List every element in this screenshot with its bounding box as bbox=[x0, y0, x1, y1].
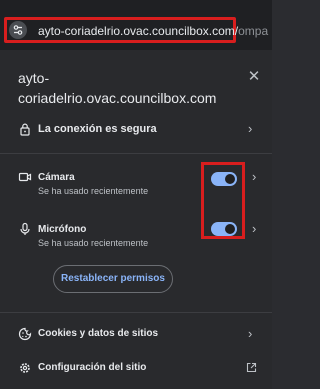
microphone-icon bbox=[20, 222, 30, 235]
cookies-row[interactable]: Cookies y datos de sitios › bbox=[0, 322, 272, 346]
url-text[interactable]: ayto-coriadelrio.ovac.councilbox.com/omp… bbox=[38, 24, 270, 40]
connection-label: La conexión es segura bbox=[38, 123, 157, 135]
connection-row[interactable]: La conexión es segura › bbox=[0, 114, 272, 144]
microphone-label: Micrófono bbox=[38, 224, 87, 235]
site-settings-label: Configuración del sitio bbox=[38, 362, 147, 373]
toggle-knob bbox=[225, 224, 235, 234]
reset-permissions-button[interactable]: Restablecer permisos bbox=[53, 265, 173, 293]
chevron-right-icon: › bbox=[252, 169, 257, 184]
cookie-icon bbox=[18, 327, 32, 341]
cookies-label: Cookies y datos de sitios bbox=[38, 328, 159, 339]
divider bbox=[0, 312, 272, 313]
microphone-toggle[interactable] bbox=[211, 222, 237, 236]
url-main: ayto-coriadelrio.ovac.councilbox.com/ bbox=[38, 24, 239, 38]
camera-toggle[interactable] bbox=[211, 172, 237, 186]
camera-label: Cámara bbox=[38, 172, 75, 183]
close-icon[interactable]: ✕ bbox=[245, 68, 263, 86]
site-settings-row[interactable]: Configuración del sitio bbox=[0, 356, 272, 380]
camera-icon bbox=[18, 172, 32, 182]
lock-icon bbox=[20, 123, 30, 136]
address-bar: ayto-coriadelrio.ovac.councilbox.com/omp… bbox=[0, 0, 272, 50]
divider bbox=[0, 153, 272, 154]
url-overflow: ompa bbox=[238, 24, 269, 38]
chevron-right-icon: › bbox=[252, 221, 257, 236]
microphone-sublabel: Se ha usado recientemente bbox=[38, 238, 149, 248]
external-link-icon bbox=[246, 362, 257, 373]
popup-title: ayto-coriadelrio.ovac.councilbox.com bbox=[18, 70, 217, 106]
chevron-right-icon: › bbox=[248, 326, 253, 341]
gear-icon bbox=[20, 363, 30, 373]
chevron-right-icon: › bbox=[248, 121, 253, 136]
site-info-icon[interactable] bbox=[9, 21, 27, 39]
toggle-knob bbox=[225, 174, 235, 184]
camera-sublabel: Se ha usado recientemente bbox=[38, 186, 149, 196]
